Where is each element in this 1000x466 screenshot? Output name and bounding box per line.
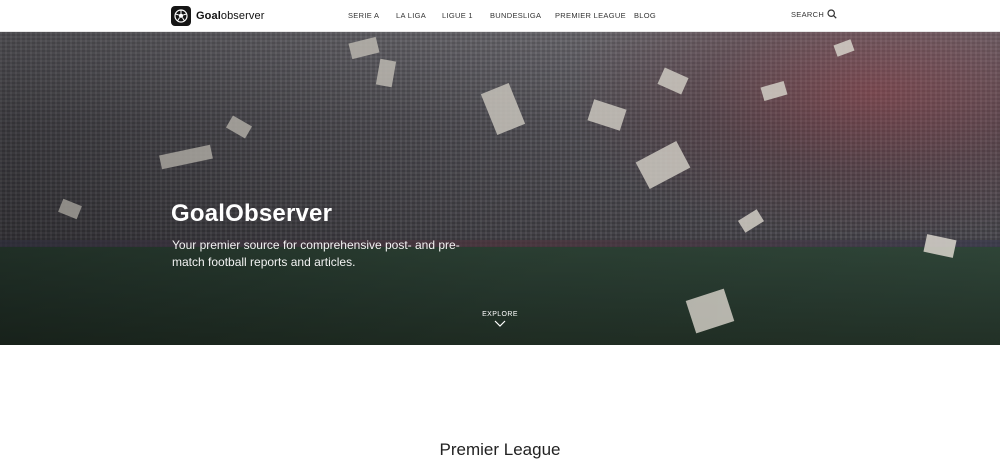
chevron-down-icon [494, 320, 506, 327]
nav-item-la-liga[interactable]: LA LIGA [396, 11, 426, 20]
hero-banner: GoalObserver Your premier source for com… [0, 32, 1000, 345]
nav-item-bundesliga[interactable]: BUNDESLIGA [490, 11, 541, 20]
explore-button[interactable]: EXPLORE [470, 311, 530, 327]
top-navigation-bar: Goalobserver SERIE A LA LIGA LIGUE 1 BUN… [0, 0, 1000, 32]
hero-overlay [0, 32, 1000, 345]
nav-item-blog[interactable]: BLOG [634, 11, 656, 20]
nav-item-premier-league[interactable]: PREMIER LEAGUE [555, 11, 626, 20]
hero-title: GoalObserver [171, 200, 333, 227]
search-icon [827, 9, 837, 19]
search-label: SEARCH [791, 9, 825, 19]
section-title-premier-league: Premier League [439, 440, 561, 459]
explore-label: EXPLORE [482, 311, 518, 318]
nav-item-ligue-1[interactable]: LIGUE 1 [442, 11, 473, 20]
nav-item-serie-a[interactable]: SERIE A [348, 11, 379, 20]
main-menu: SERIE A LA LIGA LIGUE 1 BUNDESLIGA PREMI… [0, 11, 1000, 23]
search-button[interactable]: SEARCH [791, 9, 837, 19]
hero-subtitle: Your premier source for comprehensive po… [172, 238, 460, 269]
